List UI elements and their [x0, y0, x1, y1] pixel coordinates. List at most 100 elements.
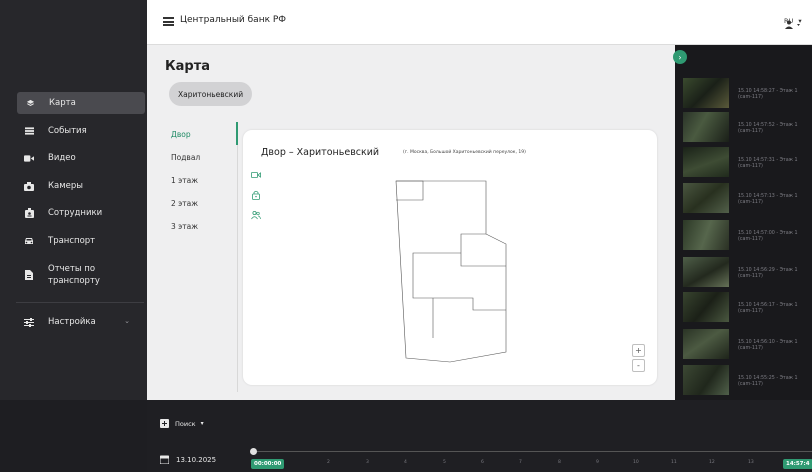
timeline-tick: 7 — [519, 460, 522, 465]
event-thumbnail — [683, 220, 729, 250]
lock-icon[interactable] — [251, 190, 261, 200]
sidebar: Карта События Видео Камеры Сотрудники Тр… — [0, 0, 147, 400]
sidebar-item-label: Сотрудники — [48, 208, 103, 218]
event-camera: (cam-117) — [738, 129, 763, 134]
sidebar-item-label: Видео — [48, 153, 76, 163]
event-thumbnail — [683, 183, 729, 213]
playback-bar: Поиск ▾ 13.10.2025 00:00:00 2 3 4 5 6 7 … — [147, 400, 812, 472]
timeline[interactable]: 00:00:00 2 3 4 5 6 7 8 9 10 11 12 13 14:… — [250, 446, 812, 472]
sidebar-item-map[interactable]: Карта — [17, 92, 145, 114]
floor-item-2[interactable]: 2 этаж — [171, 199, 198, 208]
report-icon — [20, 270, 38, 280]
map-card: Двор – Харитоньевский (г. Москва, Большо… — [243, 130, 657, 385]
map-title: Двор – Харитоньевский — [261, 147, 380, 158]
badge-icon — [20, 208, 38, 218]
sidebar-item-events[interactable]: События — [16, 120, 144, 142]
current-time-badge: 14:57:4 — [783, 459, 812, 469]
floor-list-divider — [237, 145, 238, 392]
timeline-tick: 12 — [709, 460, 715, 465]
search-label: Поиск — [175, 419, 196, 428]
event-item[interactable]: 15.10 14:57:13 - Этаж 1 (cam-117) — [683, 183, 812, 213]
user-icon — [785, 20, 800, 29]
menu-icon[interactable] — [163, 17, 174, 26]
date-picker[interactable]: 13.10.2025 — [160, 455, 216, 464]
event-item[interactable]: 15.10 14:57:52 - Этаж 1 (cam-117) — [683, 112, 812, 142]
sidebar-item-video[interactable]: Видео — [16, 147, 144, 169]
timeline-tick: 13 — [748, 460, 754, 465]
date-value: 13.10.2025 — [176, 455, 217, 464]
sliders-icon — [20, 317, 38, 327]
event-thumbnail — [683, 329, 729, 359]
sidebar-divider — [16, 302, 144, 303]
people-icon[interactable] — [251, 210, 261, 220]
event-camera: (cam-117) — [738, 274, 763, 279]
car-icon — [20, 237, 38, 245]
sidebar-item-label: Карта — [49, 98, 76, 108]
active-floor-indicator — [236, 122, 238, 145]
event-thumbnail — [683, 147, 729, 177]
sidebar-item-label: Отчеты по транспорту — [48, 264, 100, 286]
sidebar-item-transport-reports[interactable]: Отчеты по транспорту — [16, 259, 144, 291]
event-thumbnail — [683, 365, 729, 395]
timeline-tick: 6 — [481, 460, 484, 465]
map-address: (г. Москва, Большой Харитоньевский переу… — [403, 150, 526, 155]
page-title: Карта — [165, 59, 211, 74]
video-icon — [20, 154, 38, 162]
camera-layer-icon[interactable] — [251, 170, 261, 180]
timeline-tick: 5 — [443, 460, 446, 465]
event-camera: (cam-117) — [738, 237, 763, 242]
add-icon — [160, 419, 169, 428]
timeline-tick: 10 — [633, 460, 639, 465]
start-time-badge: 00:00:00 — [251, 459, 285, 469]
sidebar-item-label: Транспорт — [48, 236, 96, 246]
zoom-in-button[interactable]: + — [632, 344, 645, 357]
event-thumbnail — [683, 292, 729, 322]
event-camera: (cam-117) — [738, 346, 763, 351]
main-content: Карта Харитоньевский Двор Подвал 1 этаж … — [147, 45, 675, 400]
sidebar-item-label: Камеры — [48, 181, 83, 191]
sidebar-item-settings[interactable]: Настройка ⌄ — [16, 311, 144, 333]
timeline-tick: 8 — [558, 460, 561, 465]
timeline-tick: 4 — [404, 460, 407, 465]
app-title: Центральный банк РФ — [180, 15, 287, 25]
timeline-handle[interactable] — [250, 448, 257, 455]
event-thumbnail — [683, 257, 729, 287]
floor-item-yard[interactable]: Двор — [171, 130, 191, 139]
events-panel: 15.10 14:58:27 - Этаж 1 (cam-117) 15.10 1… — [675, 45, 812, 400]
event-item[interactable]: 15.10 14:56:17 - Этаж 1 (cam-117) — [683, 292, 812, 322]
panel-toggle-button[interactable]: › — [673, 50, 687, 64]
search-dropdown[interactable]: Поиск ▾ — [160, 419, 204, 428]
user-menu[interactable] — [785, 15, 803, 34]
floor-item-basement[interactable]: Подвал — [171, 153, 200, 162]
event-item[interactable]: 15.10 14:58:27 - Этаж 1 (cam-117) — [683, 78, 812, 108]
event-item[interactable]: 15.10 14:56:29 - Этаж 1 (cam-117) — [683, 257, 812, 287]
timeline-tick: 3 — [366, 460, 369, 465]
floor-item-3[interactable]: 3 этаж — [171, 222, 198, 231]
chevron-down-icon: ⌄ — [124, 317, 130, 325]
event-item[interactable]: 15.10 14:57:00 - Этаж 1 (cam-117) — [683, 220, 812, 250]
sidebar-item-label: События — [48, 126, 87, 136]
event-camera: (cam-117) — [738, 200, 763, 205]
timeline-tick: 9 — [596, 460, 599, 465]
location-chip[interactable]: Харитоньевский — [169, 82, 253, 106]
sidebar-item-employees[interactable]: Сотрудники — [16, 202, 144, 224]
event-item[interactable]: 15.10 14:56:10 - Этаж 1 (cam-117) — [683, 329, 812, 359]
floor-list: Двор Подвал 1 этаж 2 этаж 3 этаж — [159, 122, 239, 392]
event-thumbnail — [683, 78, 729, 108]
timeline-tick: 11 — [671, 460, 677, 465]
timeline-track — [253, 451, 812, 452]
layers-icon — [21, 99, 39, 108]
chevron-down-icon: ▾ — [200, 420, 204, 427]
sidebar-item-label: Настройка — [48, 317, 96, 327]
camera-icon — [20, 181, 38, 191]
event-item[interactable]: 15.10 14:57:31 - Этаж 1 (cam-117) — [683, 147, 812, 177]
event-camera: (cam-117) — [738, 309, 763, 314]
timeline-tick: 2 — [327, 460, 330, 465]
event-item[interactable]: 15.10 14:55:25 - Этаж 1 (cam-117) — [683, 365, 812, 395]
floor-item-1[interactable]: 1 этаж — [171, 176, 198, 185]
sidebar-item-cameras[interactable]: Камеры — [16, 175, 144, 197]
sidebar-item-transport[interactable]: Транспорт — [16, 230, 144, 252]
zoom-out-button[interactable]: - — [632, 359, 645, 372]
list-icon — [20, 127, 38, 135]
calendar-icon — [160, 455, 169, 464]
